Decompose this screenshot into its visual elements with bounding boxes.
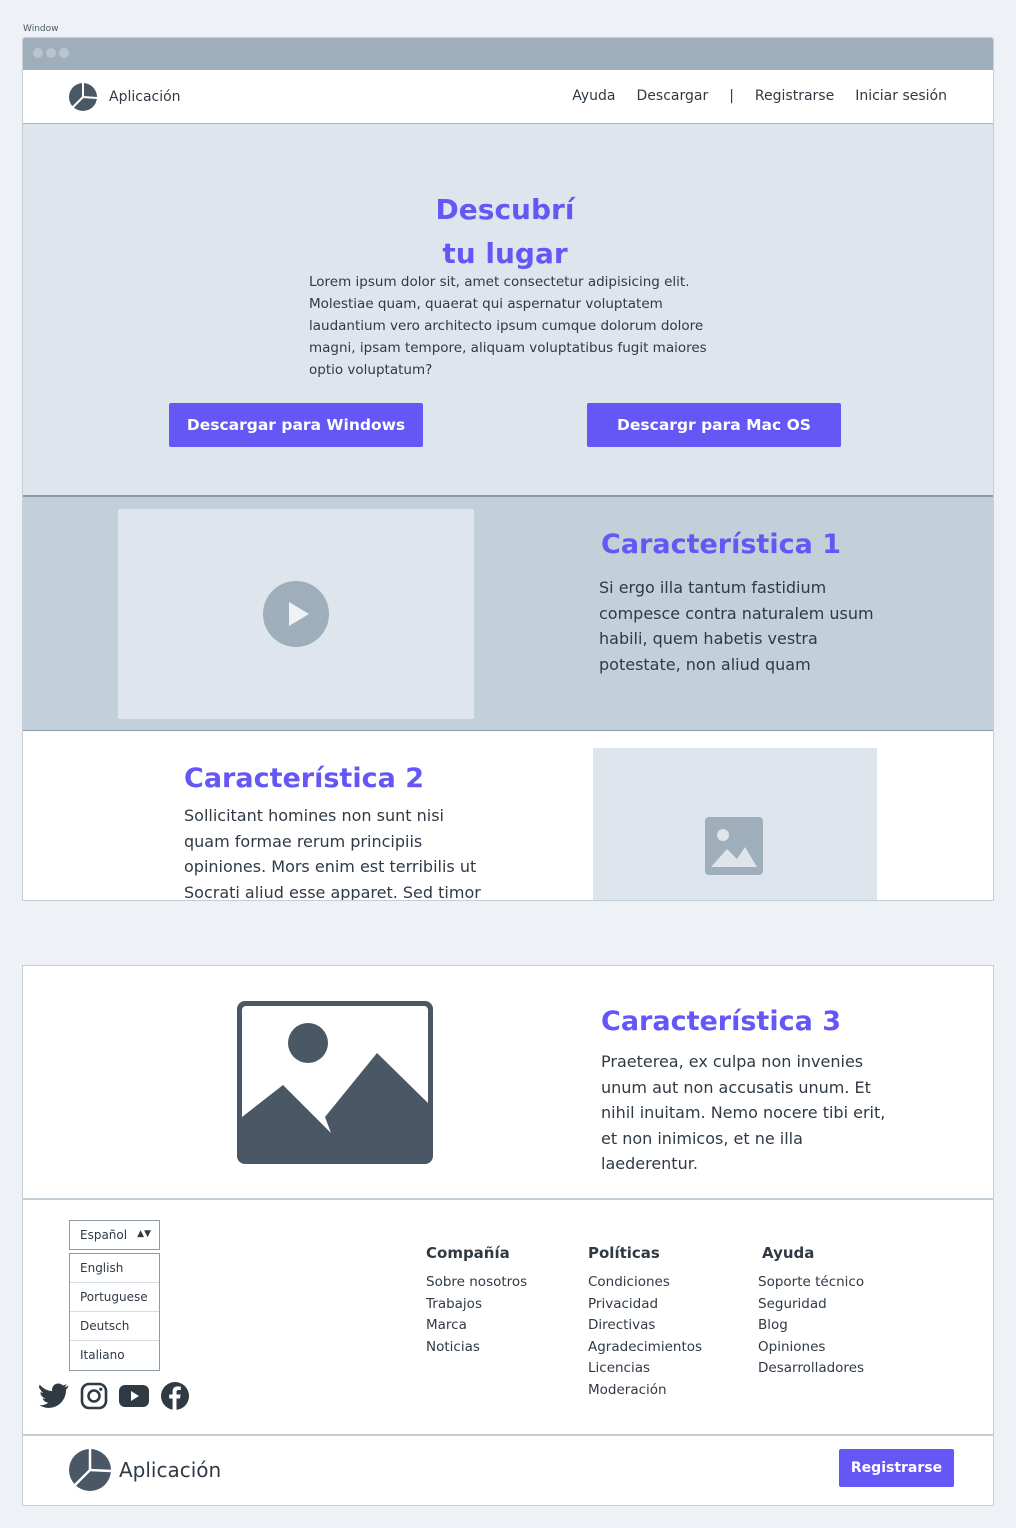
- window-titlebar[interactable]: [23, 38, 993, 70]
- footer-link[interactable]: Sobre nosotros: [426, 1272, 527, 1294]
- hero-title: Descubrí tu lugar: [435, 193, 575, 270]
- hero-description: Lorem ipsum dolor sit, amet consectetur …: [309, 274, 707, 378]
- footer-link[interactable]: Noticias: [426, 1337, 527, 1359]
- chevron-updown-icon: ▲▼: [137, 1229, 151, 1239]
- image-placeholder: [593, 748, 877, 900]
- footer-column-politicas: Políticas Condiciones Privacidad Directi…: [588, 1244, 702, 1402]
- maximize-dot[interactable]: [59, 48, 69, 58]
- footer-link[interactable]: Agradecimientos: [588, 1337, 702, 1359]
- footer-column-title: Políticas: [588, 1244, 660, 1262]
- logo-icon: [69, 83, 97, 111]
- footer-link[interactable]: Marca: [426, 1315, 527, 1337]
- footer-link[interactable]: Licencias: [588, 1358, 702, 1380]
- nav-link-descargar[interactable]: Descargar: [637, 88, 709, 104]
- image-icon: [237, 1001, 433, 1164]
- language-option[interactable]: English: [70, 1254, 159, 1283]
- minimize-dot[interactable]: [46, 48, 56, 58]
- footer-link[interactable]: Condiciones: [588, 1272, 702, 1294]
- social-links: [39, 1381, 190, 1411]
- footer-link[interactable]: Trabajos: [426, 1294, 527, 1316]
- footer-link[interactable]: Desarrolladores: [758, 1358, 864, 1380]
- hero-section: Descubrí tu lugar Lorem ipsum dolor sit,…: [23, 124, 993, 497]
- footer-link[interactable]: Soporte técnico: [758, 1272, 864, 1294]
- language-option[interactable]: Italiano: [70, 1341, 159, 1370]
- window-caption: Window: [23, 24, 59, 34]
- footer-column-title: Compañía: [426, 1244, 510, 1262]
- language-selected: Español: [80, 1228, 128, 1242]
- language-select[interactable]: Español ▲▼: [69, 1220, 160, 1250]
- footer-link[interactable]: Seguridad: [758, 1294, 864, 1316]
- video-placeholder[interactable]: [118, 509, 474, 719]
- footer-link[interactable]: Blog: [758, 1315, 864, 1337]
- bottom-bar: Aplicación Registrarse: [23, 1436, 993, 1505]
- nav-link-iniciar-sesion[interactable]: Iniciar sesión: [855, 88, 947, 104]
- feature-2-section: Característica 2 Sollicitant homines non…: [23, 731, 993, 901]
- feature-3-body: Praeterea, ex culpa non invenies unum au…: [601, 1052, 886, 1173]
- close-dot[interactable]: [33, 48, 43, 58]
- language-option[interactable]: Deutsch: [70, 1312, 159, 1341]
- logo-icon: [69, 1449, 111, 1491]
- image-icon: [705, 817, 763, 875]
- top-navbar: Aplicación Ayuda Descargar | Registrarse…: [23, 70, 993, 124]
- facebook-icon[interactable]: [160, 1381, 190, 1411]
- nav-links: Ayuda Descargar | Registrarse Iniciar se…: [572, 88, 947, 104]
- youtube-icon[interactable]: [119, 1385, 149, 1407]
- footer-link[interactable]: Privacidad: [588, 1294, 702, 1316]
- browser-window: Aplicación Ayuda Descargar | Registrarse…: [22, 37, 994, 901]
- nav-link-registrarse[interactable]: Registrarse: [755, 88, 834, 104]
- feature-2-body: Sollicitant homines non sunt nisi quam f…: [184, 806, 481, 901]
- feature-1-title: Característica 1: [601, 529, 842, 560]
- download-mac-button[interactable]: Descargr para Mac OS: [587, 403, 841, 447]
- brand[interactable]: Aplicación: [69, 83, 181, 111]
- feature-1-section: Característica 1 Si ergo illa tantum fas…: [23, 497, 993, 731]
- footer-link[interactable]: Opiniones: [758, 1337, 864, 1359]
- feature-3-title: Característica 3: [601, 1006, 842, 1037]
- language-option[interactable]: Portuguese: [70, 1283, 159, 1312]
- play-icon[interactable]: [263, 581, 329, 647]
- feature-1-body: Si ergo illa tantum fastidium compesce c…: [599, 578, 874, 674]
- footer-link[interactable]: Directivas: [588, 1315, 702, 1337]
- feature-2-title: Característica 2: [184, 763, 425, 794]
- footer-column-title: Ayuda: [762, 1244, 815, 1262]
- nav-separator: |: [729, 88, 734, 104]
- footer-column-ayuda: Ayuda Soporte técnico Seguridad Blog Opi…: [758, 1244, 864, 1380]
- window-controls: [33, 48, 69, 58]
- instagram-icon[interactable]: [80, 1382, 108, 1410]
- nav-link-ayuda[interactable]: Ayuda: [572, 88, 615, 104]
- lower-page: Característica 3 Praeterea, ex culpa non…: [22, 965, 994, 1506]
- footer-brand[interactable]: Aplicación: [69, 1449, 221, 1491]
- feature-3-section: Característica 3 Praeterea, ex culpa non…: [23, 966, 993, 1200]
- footer-link[interactable]: Moderación: [588, 1380, 702, 1402]
- language-dropdown: English Portuguese Deutsch Italiano: [69, 1253, 160, 1371]
- footer: Español ▲▼ English Portuguese Deutsch It…: [23, 1200, 993, 1436]
- footer-brand-name: Aplicación: [119, 1458, 222, 1482]
- footer-column-compania: Compañía Sobre nosotros Trabajos Marca N…: [426, 1244, 527, 1358]
- brand-name: Aplicación: [109, 89, 181, 105]
- download-windows-button[interactable]: Descargar para Windows: [169, 403, 423, 447]
- twitter-icon[interactable]: [39, 1383, 69, 1409]
- register-button[interactable]: Registrarse: [839, 1449, 954, 1487]
